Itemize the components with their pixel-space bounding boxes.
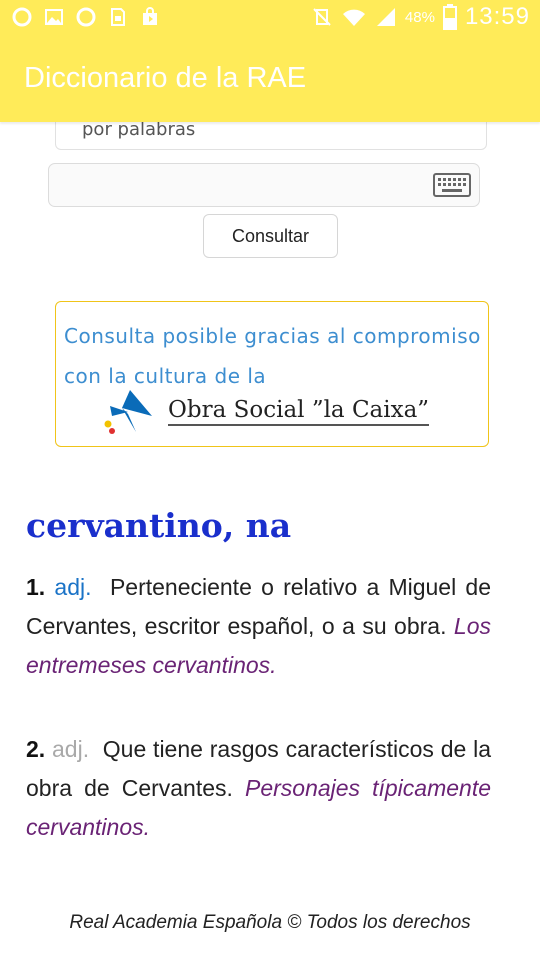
system-status: 48% 13:59 bbox=[311, 3, 530, 31]
sense-2: 2. adj. Que tiene rasgos característicos… bbox=[26, 730, 491, 847]
sense-1: 1. adj. Perteneciente o relativo a Migue… bbox=[26, 568, 491, 685]
footer-copyright: Real Academia Española © Todos los derec… bbox=[69, 912, 471, 933]
opera-icon bbox=[76, 7, 96, 27]
status-bar: 48% 13:59 bbox=[0, 0, 540, 38]
vibrate-off-icon bbox=[313, 8, 331, 26]
opera-icon bbox=[12, 7, 32, 27]
keyboard-icon[interactable] bbox=[433, 173, 471, 197]
battery-icon bbox=[442, 4, 457, 30]
document-icon bbox=[111, 8, 125, 26]
sponsor-logo: Obra Social ”la Caixa” bbox=[102, 388, 430, 434]
consult-button[interactable]: Consultar bbox=[203, 214, 338, 258]
sense-number: 2. bbox=[26, 736, 46, 762]
sponsor-banner[interactable]: Consulta posible gracias al compromiso c… bbox=[55, 301, 489, 447]
sponsor-logo-text: Obra Social ”la Caixa” bbox=[168, 397, 430, 426]
la-caixa-star-icon bbox=[104, 390, 152, 434]
store-icon bbox=[143, 7, 157, 25]
search-mode-value: por palabras bbox=[82, 119, 196, 140]
notification-icons bbox=[12, 7, 160, 27]
search-input[interactable] bbox=[48, 163, 480, 207]
battery-percent: 48% bbox=[404, 8, 435, 26]
clock: 13:59 bbox=[464, 3, 530, 30]
sense-number: 1. bbox=[26, 574, 46, 600]
signal-icon bbox=[376, 8, 395, 26]
sense-definition: Perteneciente o relativo a Miguel de Cer… bbox=[26, 574, 492, 639]
gallery-icon bbox=[45, 9, 63, 25]
grammar-abbr-link[interactable]: adj. bbox=[52, 736, 89, 762]
grammar-abbr-link[interactable]: adj. bbox=[54, 574, 91, 600]
app-title: Diccionario de la RAE bbox=[24, 62, 307, 94]
entry-headword: cervantino, na bbox=[26, 506, 292, 545]
wifi-icon bbox=[342, 9, 365, 26]
sponsor-text: Consulta posible gracias al compromiso c… bbox=[64, 324, 481, 388]
app-bar: Diccionario de la RAE bbox=[0, 38, 540, 122]
